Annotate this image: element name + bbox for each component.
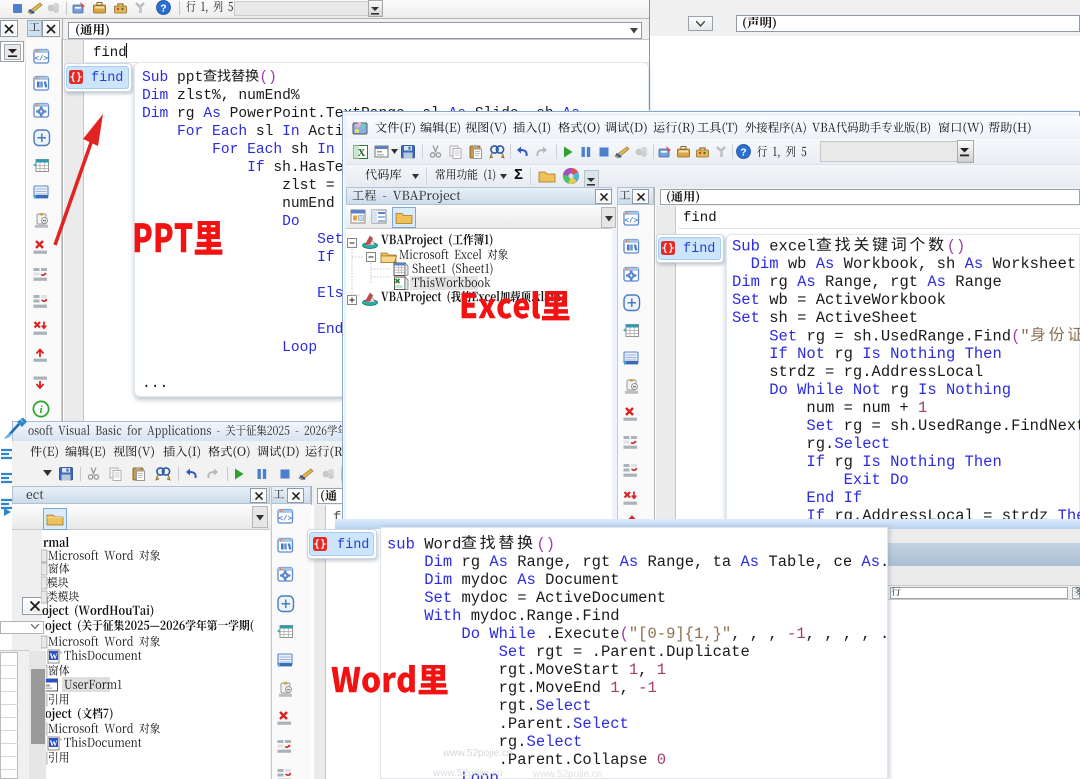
svg-text:</>: </> <box>624 218 638 226</box>
svg-text:W: W <box>50 739 58 748</box>
svg-text:?: ? <box>740 147 746 159</box>
svg-text:</>: </> <box>278 516 292 524</box>
svg-text:</>: </> <box>34 56 48 64</box>
svg-text:?: ? <box>160 3 166 15</box>
svg-text:W: W <box>50 652 58 661</box>
svg-text:X: X <box>358 148 366 159</box>
